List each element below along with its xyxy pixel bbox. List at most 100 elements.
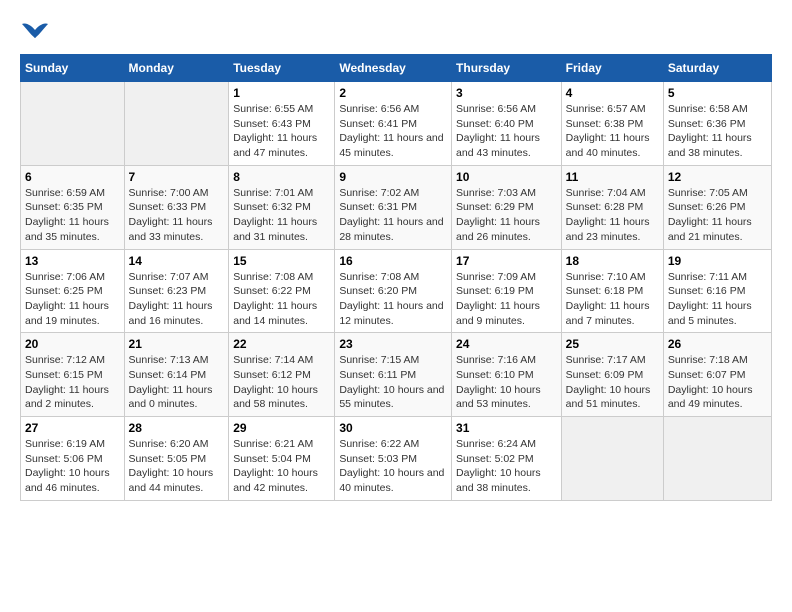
calendar-cell: 12Sunrise: 7:05 AM Sunset: 6:26 PM Dayli… (663, 165, 771, 249)
day-number: 2 (339, 86, 447, 100)
calendar-week-row: 1 Sunrise: 6:55 AM Sunset: 6:43 PM Daylig… (21, 82, 772, 166)
day-info: Sunrise: 7:08 AM Sunset: 6:22 PM Dayligh… (233, 270, 330, 329)
calendar-cell: 10Sunrise: 7:03 AM Sunset: 6:29 PM Dayli… (452, 165, 562, 249)
calendar-cell: 7 Sunrise: 7:00 AM Sunset: 6:33 PM Daylig… (124, 165, 229, 249)
calendar-cell: 21 Sunrise: 7:13 AM Sunset: 6:14 PM Dayli… (124, 333, 229, 417)
column-header-tuesday: Tuesday (229, 55, 335, 82)
calendar-cell: 16 Sunrise: 7:08 AM Sunset: 6:20 PM Dayli… (335, 249, 452, 333)
day-info: Sunrise: 7:00 AM Sunset: 6:33 PM Dayligh… (129, 186, 225, 245)
column-header-thursday: Thursday (452, 55, 562, 82)
column-header-saturday: Saturday (663, 55, 771, 82)
day-info: Sunrise: 7:02 AM Sunset: 6:31 PM Dayligh… (339, 186, 447, 245)
day-number: 27 (25, 421, 120, 435)
day-info: Sunrise: 6:24 AM Sunset: 5:02 PM Dayligh… (456, 437, 557, 496)
day-info: Sunrise: 6:22 AM Sunset: 5:03 PM Dayligh… (339, 437, 447, 496)
calendar-week-row: 13 Sunrise: 7:06 AM Sunset: 6:25 PM Dayli… (21, 249, 772, 333)
calendar-table: SundayMondayTuesdayWednesdayThursdayFrid… (20, 54, 772, 501)
calendar-cell: 30Sunrise: 6:22 AM Sunset: 5:03 PM Dayli… (335, 417, 452, 501)
column-header-wednesday: Wednesday (335, 55, 452, 82)
calendar-cell (561, 417, 663, 501)
day-number: 14 (129, 254, 225, 268)
day-info: Sunrise: 6:56 AM Sunset: 6:40 PM Dayligh… (456, 102, 557, 161)
day-info: Sunrise: 7:10 AM Sunset: 6:18 PM Dayligh… (566, 270, 659, 329)
calendar-cell: 22 Sunrise: 7:14 AM Sunset: 6:12 PM Dayli… (229, 333, 335, 417)
day-number: 5 (668, 86, 767, 100)
calendar-cell: 25 Sunrise: 7:17 AM Sunset: 6:09 PM Dayli… (561, 333, 663, 417)
day-number: 25 (566, 337, 659, 351)
day-number: 8 (233, 170, 330, 184)
calendar-cell: 9 Sunrise: 7:02 AM Sunset: 6:31 PM Daylig… (335, 165, 452, 249)
day-info: Sunrise: 7:11 AM Sunset: 6:16 PM Dayligh… (668, 270, 767, 329)
day-info: Sunrise: 7:03 AM Sunset: 6:29 PM Dayligh… (456, 186, 557, 245)
day-number: 28 (129, 421, 225, 435)
day-number: 1 (233, 86, 330, 100)
calendar-cell: 8 Sunrise: 7:01 AM Sunset: 6:32 PM Daylig… (229, 165, 335, 249)
day-info: Sunrise: 7:14 AM Sunset: 6:12 PM Dayligh… (233, 353, 330, 412)
day-info: Sunrise: 6:57 AM Sunset: 6:38 PM Dayligh… (566, 102, 659, 161)
day-info: Sunrise: 7:13 AM Sunset: 6:14 PM Dayligh… (129, 353, 225, 412)
day-number: 11 (566, 170, 659, 184)
column-header-friday: Friday (561, 55, 663, 82)
calendar-cell: 27Sunrise: 6:19 AM Sunset: 5:06 PM Dayli… (21, 417, 125, 501)
calendar-cell: 18 Sunrise: 7:10 AM Sunset: 6:18 PM Dayli… (561, 249, 663, 333)
day-number: 16 (339, 254, 447, 268)
calendar-cell: 26 Sunrise: 7:18 AM Sunset: 6:07 PM Dayli… (663, 333, 771, 417)
day-number: 13 (25, 254, 120, 268)
day-number: 29 (233, 421, 330, 435)
day-number: 3 (456, 86, 557, 100)
day-info: Sunrise: 7:01 AM Sunset: 6:32 PM Dayligh… (233, 186, 330, 245)
day-info: Sunrise: 6:55 AM Sunset: 6:43 PM Dayligh… (233, 102, 330, 161)
day-number: 17 (456, 254, 557, 268)
column-header-sunday: Sunday (21, 55, 125, 82)
calendar-cell: 24Sunrise: 7:16 AM Sunset: 6:10 PM Dayli… (452, 333, 562, 417)
calendar-cell (124, 82, 229, 166)
day-number: 4 (566, 86, 659, 100)
calendar-cell: 13 Sunrise: 7:06 AM Sunset: 6:25 PM Dayli… (21, 249, 125, 333)
day-info: Sunrise: 7:18 AM Sunset: 6:07 PM Dayligh… (668, 353, 767, 412)
calendar-cell: 17 Sunrise: 7:09 AM Sunset: 6:19 PM Dayli… (452, 249, 562, 333)
calendar-cell: 2Sunrise: 6:56 AM Sunset: 6:41 PM Daylig… (335, 82, 452, 166)
calendar-cell: 31 Sunrise: 6:24 AM Sunset: 5:02 PM Dayli… (452, 417, 562, 501)
calendar-cell: 4 Sunrise: 6:57 AM Sunset: 6:38 PM Daylig… (561, 82, 663, 166)
page-header (20, 20, 772, 44)
calendar-week-row: 20 Sunrise: 7:12 AM Sunset: 6:15 PM Dayli… (21, 333, 772, 417)
day-info: Sunrise: 7:15 AM Sunset: 6:11 PM Dayligh… (339, 353, 447, 412)
day-number: 19 (668, 254, 767, 268)
logo-bird-icon (20, 20, 50, 44)
calendar-cell: 11Sunrise: 7:04 AM Sunset: 6:28 PM Dayli… (561, 165, 663, 249)
day-number: 18 (566, 254, 659, 268)
calendar-cell: 20 Sunrise: 7:12 AM Sunset: 6:15 PM Dayli… (21, 333, 125, 417)
calendar-cell: 6 Sunrise: 6:59 AM Sunset: 6:35 PM Daylig… (21, 165, 125, 249)
day-number: 26 (668, 337, 767, 351)
day-number: 22 (233, 337, 330, 351)
day-number: 20 (25, 337, 120, 351)
calendar-cell: 28 Sunrise: 6:20 AM Sunset: 5:05 PM Dayli… (124, 417, 229, 501)
day-number: 15 (233, 254, 330, 268)
day-number: 31 (456, 421, 557, 435)
calendar-cell: 5Sunrise: 6:58 AM Sunset: 6:36 PM Daylig… (663, 82, 771, 166)
day-number: 21 (129, 337, 225, 351)
calendar-header-row: SundayMondayTuesdayWednesdayThursdayFrid… (21, 55, 772, 82)
calendar-cell (21, 82, 125, 166)
day-info: Sunrise: 7:17 AM Sunset: 6:09 PM Dayligh… (566, 353, 659, 412)
day-info: Sunrise: 7:09 AM Sunset: 6:19 PM Dayligh… (456, 270, 557, 329)
calendar-cell: 19 Sunrise: 7:11 AM Sunset: 6:16 PM Dayli… (663, 249, 771, 333)
day-number: 9 (339, 170, 447, 184)
calendar-cell: 15 Sunrise: 7:08 AM Sunset: 6:22 PM Dayli… (229, 249, 335, 333)
calendar-cell (663, 417, 771, 501)
day-info: Sunrise: 6:21 AM Sunset: 5:04 PM Dayligh… (233, 437, 330, 496)
day-info: Sunrise: 7:12 AM Sunset: 6:15 PM Dayligh… (25, 353, 120, 412)
logo (20, 20, 54, 44)
calendar-week-row: 27Sunrise: 6:19 AM Sunset: 5:06 PM Dayli… (21, 417, 772, 501)
day-info: Sunrise: 7:06 AM Sunset: 6:25 PM Dayligh… (25, 270, 120, 329)
day-number: 7 (129, 170, 225, 184)
day-info: Sunrise: 6:20 AM Sunset: 5:05 PM Dayligh… (129, 437, 225, 496)
day-number: 24 (456, 337, 557, 351)
day-info: Sunrise: 7:08 AM Sunset: 6:20 PM Dayligh… (339, 270, 447, 329)
column-header-monday: Monday (124, 55, 229, 82)
day-number: 12 (668, 170, 767, 184)
day-number: 6 (25, 170, 120, 184)
calendar-cell: 29 Sunrise: 6:21 AM Sunset: 5:04 PM Dayli… (229, 417, 335, 501)
calendar-week-row: 6 Sunrise: 6:59 AM Sunset: 6:35 PM Daylig… (21, 165, 772, 249)
day-info: Sunrise: 6:59 AM Sunset: 6:35 PM Dayligh… (25, 186, 120, 245)
